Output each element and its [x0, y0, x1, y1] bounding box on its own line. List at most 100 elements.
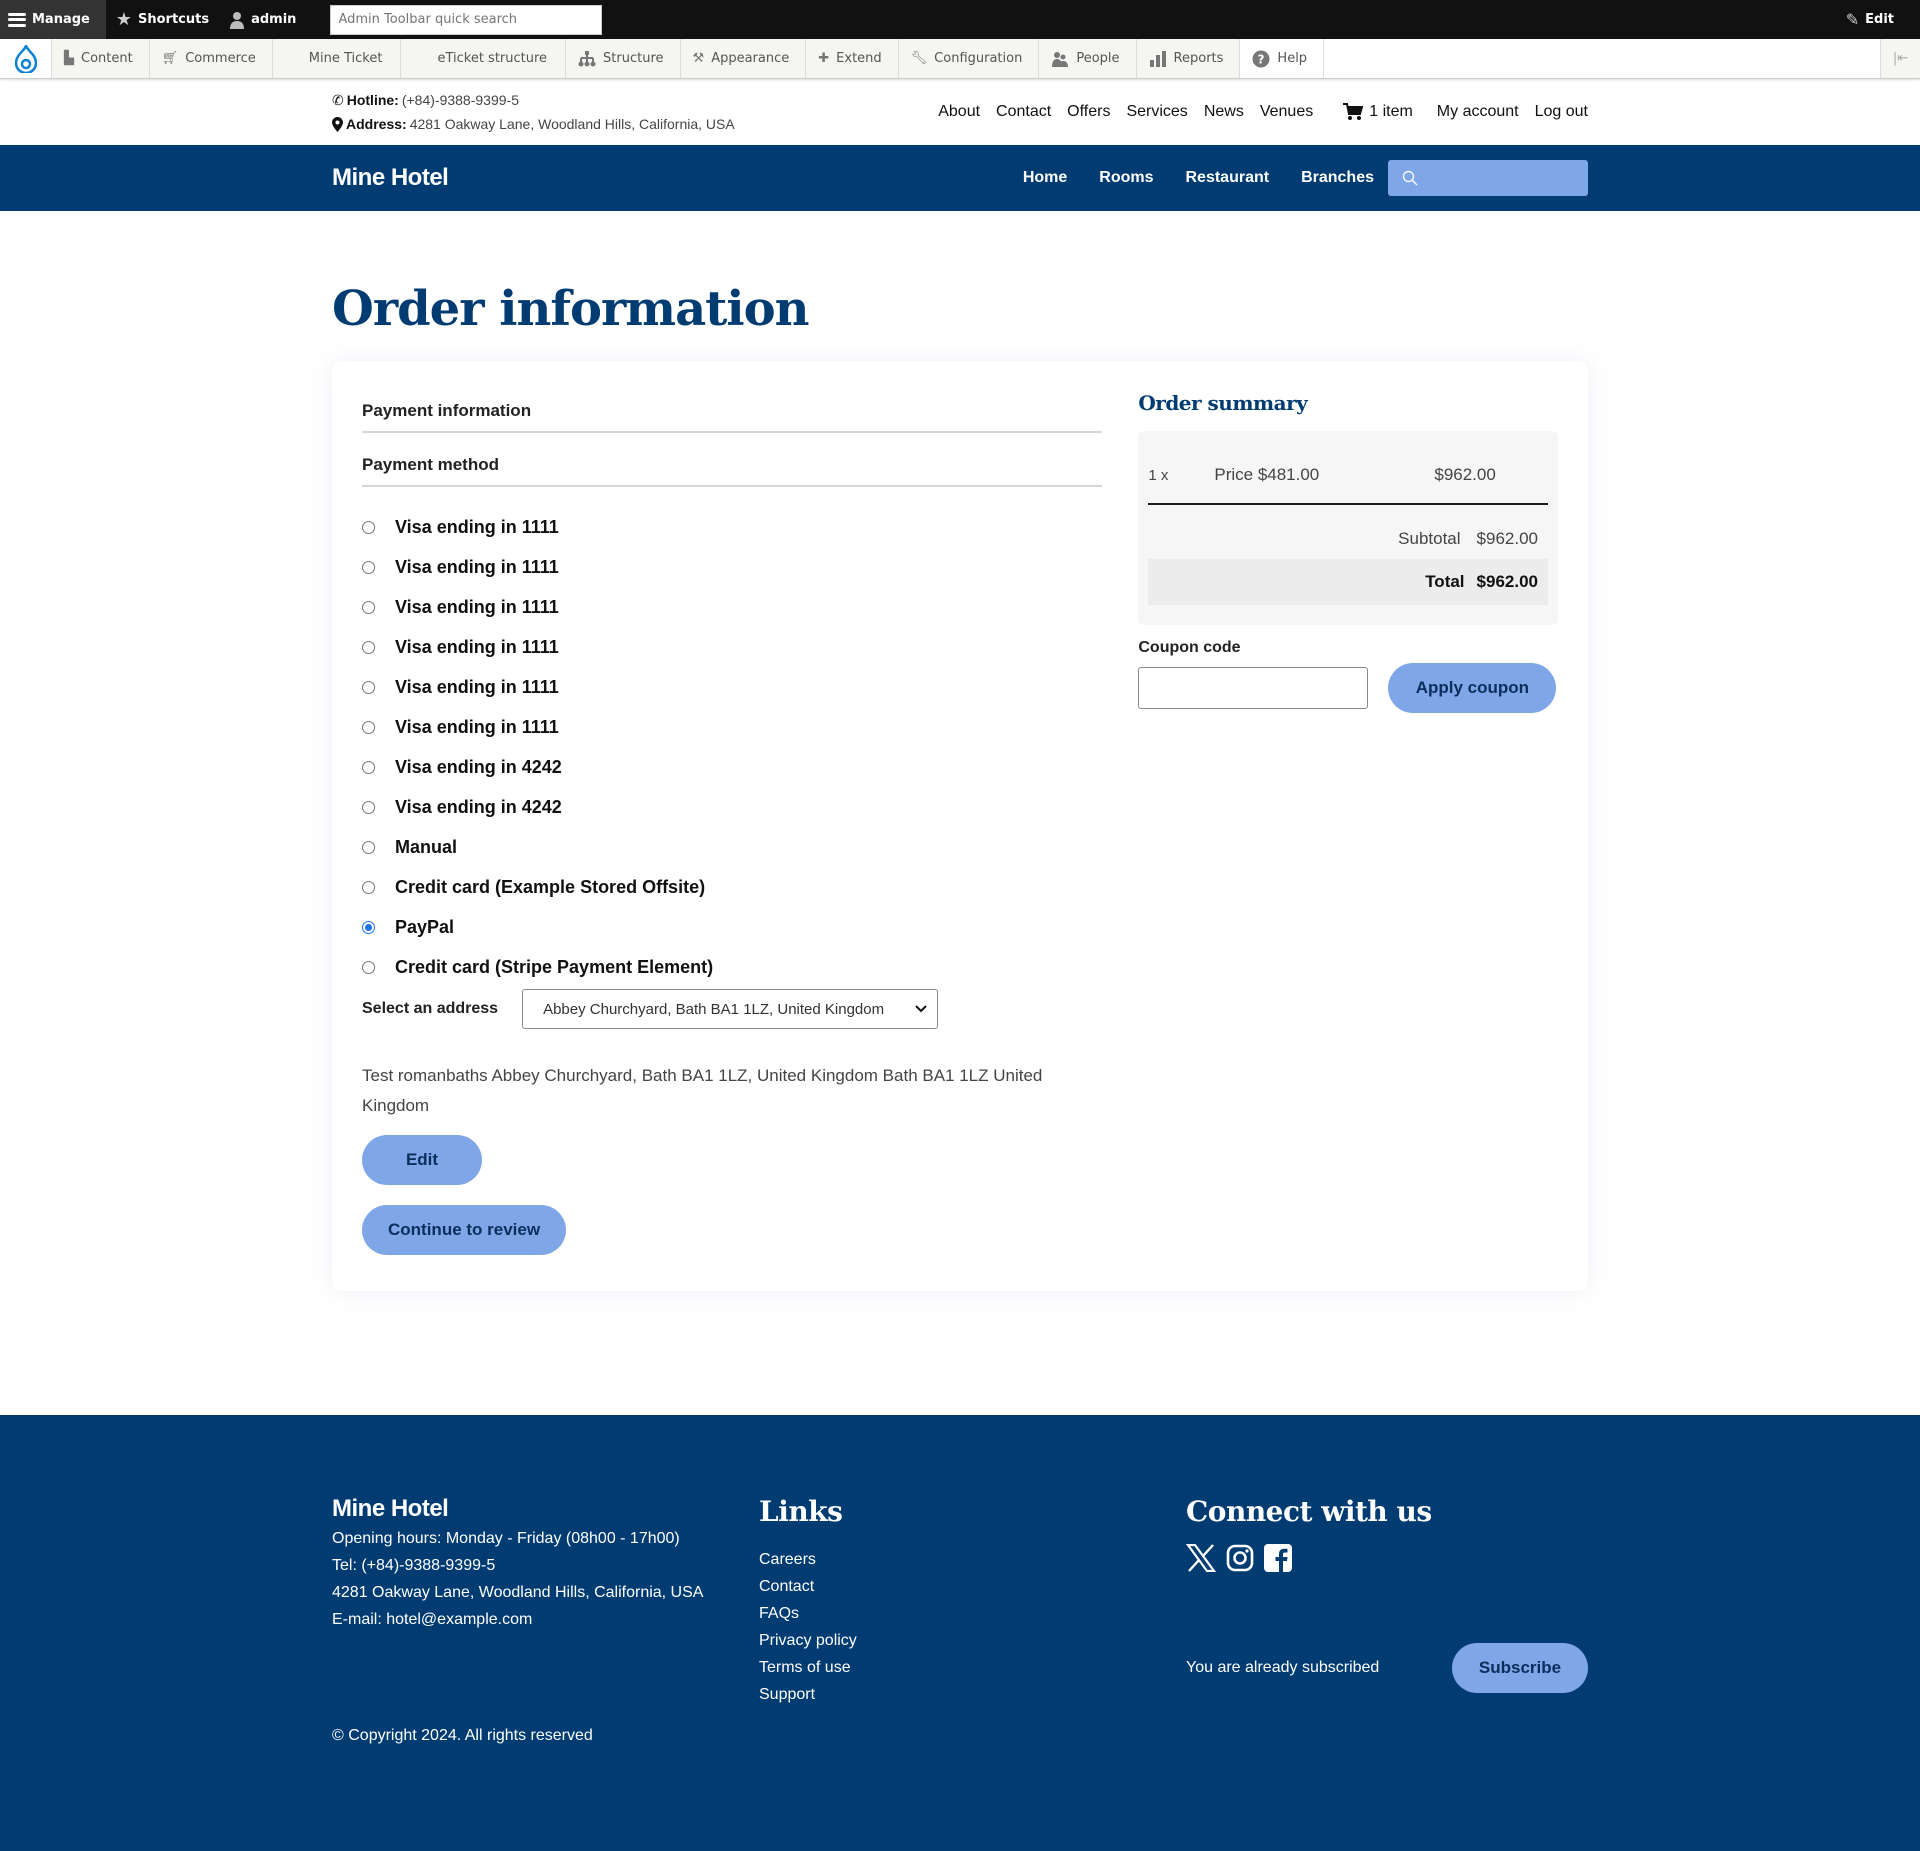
- payment-method-option[interactable]: PayPal: [362, 907, 1102, 947]
- total-label: Total: [1425, 572, 1465, 591]
- address-value: 4281 Oakway Lane, Woodland Hills, Califo…: [409, 116, 735, 132]
- log-out-link[interactable]: Log out: [1535, 103, 1588, 121]
- nav-branches[interactable]: Branches: [1301, 169, 1374, 187]
- tray-structure[interactable]: Structure: [566, 39, 681, 78]
- footer-link-careers[interactable]: Careers: [759, 1551, 816, 1568]
- nav-about[interactable]: About: [938, 103, 980, 121]
- address-select[interactable]: Abbey Churchyard, Bath BA1 1LZ, United K…: [522, 989, 939, 1029]
- admin-quick-search-input[interactable]: [330, 4, 603, 35]
- contact-info: ✆ Hotline: (+84)-9388-9399-5 Address: 42…: [332, 88, 735, 136]
- nav-news[interactable]: News: [1204, 103, 1244, 121]
- cart-icon: 🛒︎: [161, 51, 179, 66]
- address-label: Address:: [346, 116, 407, 132]
- subscribed-message: You are already subscribed: [1186, 1659, 1380, 1676]
- collapse-tray-icon[interactable]: |⇤: [1880, 39, 1920, 78]
- footer-link-terms-of-use[interactable]: Terms of use: [759, 1659, 851, 1676]
- coupon-code-input[interactable]: [1138, 667, 1369, 709]
- cart-link[interactable]: 1 item: [1343, 103, 1413, 121]
- tray-help[interactable]: ? Help: [1240, 39, 1325, 78]
- payment-method-radio[interactable]: [362, 960, 375, 974]
- tray-appearance[interactable]: ⚒ Appearance: [681, 39, 807, 78]
- tray-mine-ticket[interactable]: Mine Ticket: [273, 39, 402, 78]
- subscribe-button[interactable]: Subscribe: [1452, 1643, 1588, 1693]
- nav-home[interactable]: Home: [1023, 169, 1067, 187]
- order-summary-title: Order summary: [1138, 391, 1308, 415]
- payment-method-radio[interactable]: [362, 760, 375, 774]
- footer-link-faqs[interactable]: FAQs: [759, 1605, 799, 1622]
- footer-link-contact[interactable]: Contact: [759, 1578, 814, 1595]
- payment-method-label: Visa ending in 1111: [395, 636, 559, 657]
- payment-method-option[interactable]: Visa ending in 4242: [362, 747, 1102, 787]
- payment-method-radio[interactable]: [362, 680, 375, 694]
- payment-method-option[interactable]: Visa ending in 1111: [362, 667, 1102, 707]
- tray-extend[interactable]: ✚ Extend: [806, 39, 899, 78]
- payment-method-option[interactable]: Visa ending in 1111: [362, 507, 1102, 547]
- footer-link-support[interactable]: Support: [759, 1686, 815, 1703]
- tray-label: Extend: [836, 51, 882, 66]
- social-links: [1185, 1543, 1588, 1577]
- total-row: Total $962.00: [1148, 559, 1548, 605]
- payment-method-option[interactable]: Visa ending in 1111: [362, 587, 1102, 627]
- payment-method-option[interactable]: Visa ending in 1111: [362, 627, 1102, 667]
- user-button[interactable]: admin: [219, 0, 306, 39]
- paintbrush-icon: ⚒: [692, 51, 705, 66]
- payment-method-option[interactable]: Credit card (Stripe Payment Element): [362, 947, 1102, 987]
- payment-method-radio[interactable]: [362, 560, 375, 574]
- search-icon: [1402, 170, 1418, 186]
- site-logo[interactable]: Mine Hotel: [332, 164, 449, 192]
- order-summary-column: Order summary 1 x Price $481.00 $962.00 …: [1138, 391, 1558, 1255]
- nav-services[interactable]: Services: [1126, 103, 1187, 121]
- payment-method-option[interactable]: Visa ending in 1111: [362, 547, 1102, 587]
- tray-people[interactable]: People: [1039, 39, 1137, 78]
- subtotal-value: $962.00: [1476, 529, 1538, 548]
- payment-method-radio[interactable]: [362, 880, 375, 894]
- instagram-icon[interactable]: [1226, 1544, 1254, 1577]
- tray-commerce[interactable]: 🛒︎ Commerce: [150, 39, 273, 78]
- shortcuts-button[interactable]: ★ Shortcuts: [106, 0, 219, 39]
- payment-method-radio[interactable]: [362, 520, 375, 534]
- payment-method-label: Visa ending in 1111: [395, 596, 559, 617]
- svg-text:?: ?: [1258, 52, 1265, 66]
- nav-restaurant[interactable]: Restaurant: [1186, 169, 1270, 187]
- payment-method-label: Credit card (Stripe Payment Element): [395, 956, 714, 977]
- line-item-total: $962.00: [1434, 465, 1496, 484]
- nav-rooms[interactable]: Rooms: [1099, 169, 1153, 187]
- tray-configuration[interactable]: 🔧︎ Configuration: [899, 39, 1040, 78]
- map-pin-icon: [332, 116, 343, 132]
- apply-coupon-button[interactable]: Apply coupon: [1388, 663, 1557, 713]
- total-value: $962.00: [1476, 572, 1538, 591]
- payment-method-list: Visa ending in 1111 Visa ending in 1111 Vi…: [362, 507, 1102, 987]
- payment-method-radio[interactable]: [362, 600, 375, 614]
- payment-method-radio[interactable]: [362, 800, 375, 814]
- payment-method-radio[interactable]: [362, 920, 375, 934]
- footer-link-privacy-policy[interactable]: Privacy policy: [759, 1632, 857, 1649]
- tray-reports[interactable]: Reports: [1137, 39, 1241, 78]
- hotline-value: (+84)-9388-9399-5: [401, 92, 519, 108]
- nav-venues[interactable]: Venues: [1260, 103, 1313, 121]
- payment-method-option[interactable]: Manual: [362, 827, 1102, 867]
- drupal-logo-icon[interactable]: [0, 39, 52, 78]
- x-icon[interactable]: [1185, 1543, 1217, 1577]
- edit-address-button[interactable]: Edit: [362, 1135, 482, 1185]
- payment-method-option[interactable]: Visa ending in 1111: [362, 707, 1102, 747]
- payment-method-radio[interactable]: [362, 840, 375, 854]
- continue-to-review-button[interactable]: Continue to review: [362, 1205, 567, 1255]
- edit-mode-button[interactable]: ✎ Edit: [1836, 0, 1904, 39]
- nav-contact[interactable]: Contact: [996, 103, 1051, 121]
- facebook-icon[interactable]: [1264, 1544, 1292, 1577]
- payment-method-option[interactable]: Credit card (Example Stored Offsite): [362, 867, 1102, 907]
- site-search-input[interactable]: [1388, 160, 1588, 196]
- payment-method-radio[interactable]: [362, 720, 375, 734]
- payment-method-option[interactable]: Visa ending in 4242: [362, 787, 1102, 827]
- tray-eticket-structure[interactable]: eTicket structure: [401, 39, 567, 78]
- my-account-link[interactable]: My account: [1437, 103, 1519, 121]
- manage-button[interactable]: Manage: [0, 0, 106, 39]
- cart-icon: [1343, 103, 1364, 120]
- top-info-bar: ✆ Hotline: (+84)-9388-9399-5 Address: 42…: [332, 79, 1588, 145]
- coupon-row: Apply coupon: [1138, 663, 1558, 713]
- nav-offers[interactable]: Offers: [1067, 103, 1110, 121]
- payment-method-radio[interactable]: [362, 640, 375, 654]
- tray-content[interactable]: ▙ Content: [52, 39, 150, 78]
- tray-label: Reports: [1173, 51, 1224, 66]
- tray-spacer: [1324, 39, 1880, 78]
